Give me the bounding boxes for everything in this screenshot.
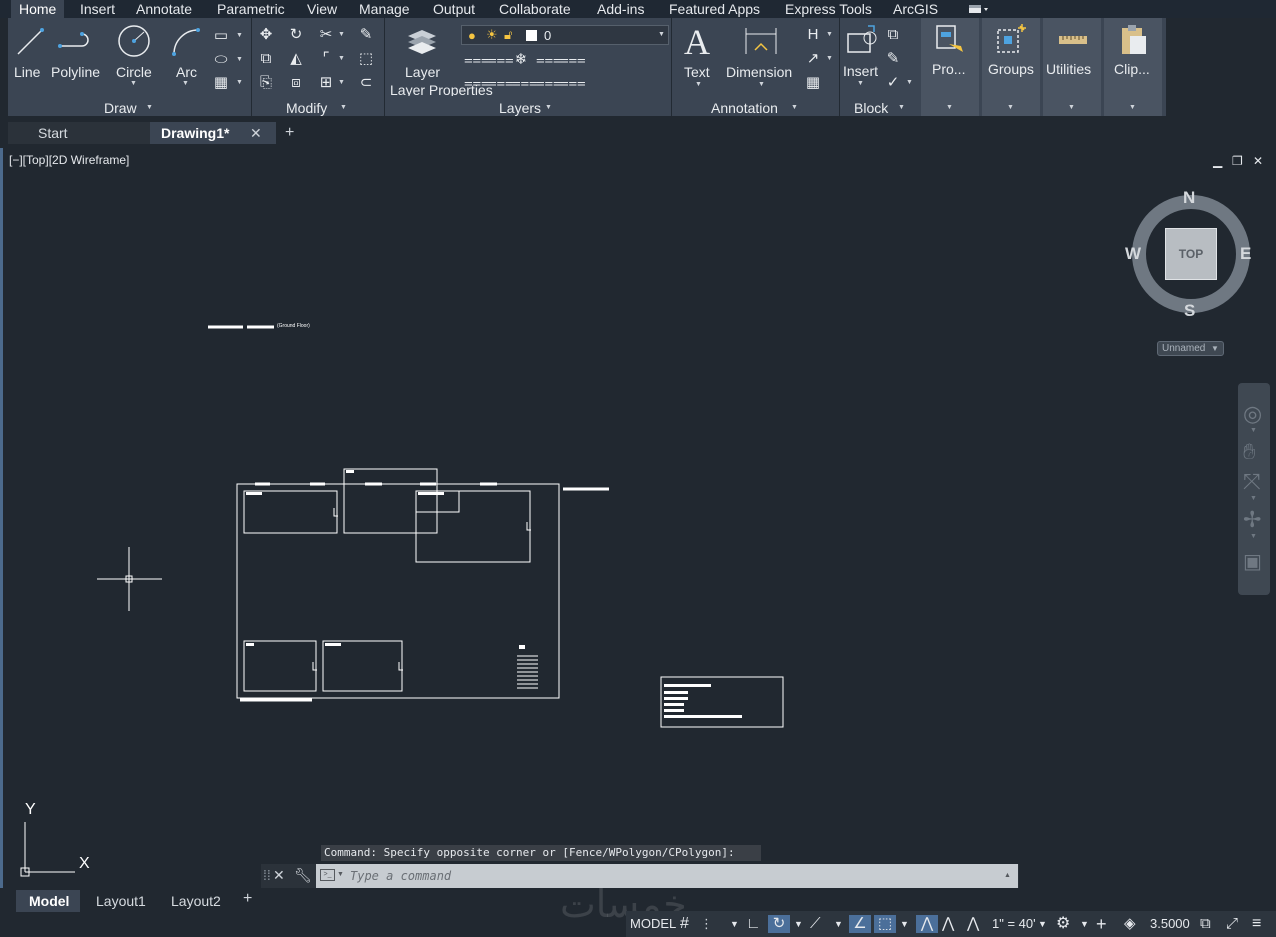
room-label	[346, 470, 354, 473]
steering-wheel-icon[interactable]: ◎	[1243, 401, 1262, 427]
isometric-chevron-down-icon[interactable]: ▼	[834, 915, 843, 933]
compass-south[interactable]: S	[1184, 301, 1195, 321]
customize-wrench-icon[interactable]: 🔧︎	[294, 867, 312, 884]
compass-north[interactable]: N	[1183, 188, 1195, 208]
layout1-tab[interactable]: Layout1	[96, 893, 146, 909]
room-label	[246, 643, 254, 646]
ucs-x-label: X	[79, 855, 90, 872]
recent-commands-dropdown-icon[interactable]: ▼	[337, 871, 344, 878]
legend-line	[664, 709, 684, 712]
object-snap-tracking-icon[interactable]: ∠	[849, 915, 871, 933]
model-tab[interactable]: Model	[16, 890, 80, 912]
room-outline	[243, 490, 338, 534]
stairs	[517, 655, 538, 689]
ucs-y-label: Y	[25, 801, 36, 818]
legend-line	[664, 715, 742, 718]
isolate-objects-icon[interactable]: ⧉	[1200, 915, 1211, 933]
navigation-bar: ◎ ▼ ✋︎ ⤧ ▼ ✢ ▼ ▣	[1238, 383, 1270, 595]
snap-dropdown-icon[interactable]: ⋮	[700, 915, 713, 933]
command-prompt-icon[interactable]: >_	[320, 869, 335, 881]
annotation-monitor-value[interactable]: 3.5000	[1150, 915, 1190, 933]
building-outline	[236, 483, 560, 699]
room-label	[325, 643, 341, 646]
chevron-down-icon: ▼	[1211, 344, 1219, 353]
legend-line	[664, 691, 688, 694]
command-history: Command: Specify opposite corner or [Fen…	[321, 845, 761, 861]
grid-icon[interactable]: #	[680, 915, 689, 933]
room-outline	[343, 468, 438, 534]
scale-chevron-down-icon[interactable]: ▼	[1038, 915, 1047, 933]
legend-line	[664, 684, 711, 687]
crosshair-cursor	[97, 547, 162, 611]
compass-east[interactable]: E	[1240, 244, 1251, 264]
zoom-dropdown-icon[interactable]: ▼	[1250, 495, 1257, 502]
legend-line	[664, 697, 688, 700]
polar-chevron-down-icon[interactable]: ▼	[794, 915, 803, 933]
orbit-dropdown-icon[interactable]: ▼	[1250, 533, 1257, 540]
orbit-icon[interactable]: ✢	[1243, 507, 1261, 533]
legend-line	[664, 703, 684, 706]
customization-menu-icon[interactable]: ≡	[1252, 915, 1261, 933]
model-space-toggle[interactable]: MODEL	[630, 915, 676, 933]
annotation-visibility-icon[interactable]: ⋀	[916, 915, 938, 933]
ucs-icon	[20, 822, 75, 877]
workspace-chevron-down-icon[interactable]: ▼	[1080, 915, 1089, 933]
command-grip-icon[interactable]: ⁞⁞	[263, 867, 271, 883]
room-label	[246, 492, 262, 495]
snap-mode-chevron-down-icon[interactable]: ▼	[730, 915, 739, 933]
auto-scale-icon[interactable]: ⋀	[942, 915, 954, 933]
drawing-canvas	[20, 325, 784, 877]
room-outline	[322, 640, 403, 692]
pan-hand-icon[interactable]: ✋︎	[1243, 439, 1256, 465]
room-outline	[243, 640, 317, 692]
room-label	[418, 492, 444, 495]
close-icon[interactable]: ✕	[273, 867, 285, 884]
layout2-tab[interactable]: Layout2	[171, 893, 221, 909]
room-outline	[415, 490, 531, 563]
stair-label	[519, 645, 525, 649]
status-bar: MODEL # ⋮ ▼ ∟ ↻ ▼ ⟋ ▼ ∠ ⬚ ▼ ⋀ ⋀ ⋀ 1" = 4…	[626, 911, 1276, 937]
compass-west[interactable]: W	[1125, 244, 1141, 264]
model-tab-label: Model	[29, 893, 70, 909]
polar-tracking-icon[interactable]: ↻	[768, 915, 790, 933]
viewcube-top-face[interactable]: TOP	[1165, 228, 1217, 280]
ucs-menu[interactable]: Unnamed ▼	[1157, 341, 1224, 356]
layer-stack-icon[interactable]: ◈	[1124, 915, 1136, 933]
command-history-toggle-icon[interactable]: ▲	[1004, 872, 1011, 879]
new-layout-plus-icon[interactable]: +	[243, 890, 252, 908]
annotation-scale-value[interactable]: 1" = 40'	[992, 915, 1036, 933]
zoom-extents-icon[interactable]: ⤧	[1243, 469, 1261, 495]
viewcube[interactable]: TOP N S E W	[1125, 188, 1252, 320]
ucs-menu-label: Unnamed	[1162, 343, 1206, 354]
drawing-title: (Ground Floor)	[277, 323, 310, 329]
showmotion-icon[interactable]: ▣	[1243, 549, 1262, 574]
plus-icon[interactable]: +	[1096, 915, 1107, 933]
object-snap-chevron-down-icon[interactable]: ▼	[900, 915, 909, 933]
annotation-scale-icon[interactable]: ⋀	[967, 915, 979, 933]
object-snap-icon[interactable]: ⬚	[874, 915, 896, 933]
fullscreen-icon[interactable]: ⤢	[1226, 915, 1238, 933]
gear-icon[interactable]: ⚙	[1056, 915, 1070, 933]
steering-dropdown-icon[interactable]: ▼	[1250, 427, 1257, 434]
ortho-icon[interactable]: ∟	[746, 915, 761, 933]
isometric-icon[interactable]: ⟋	[810, 915, 821, 933]
